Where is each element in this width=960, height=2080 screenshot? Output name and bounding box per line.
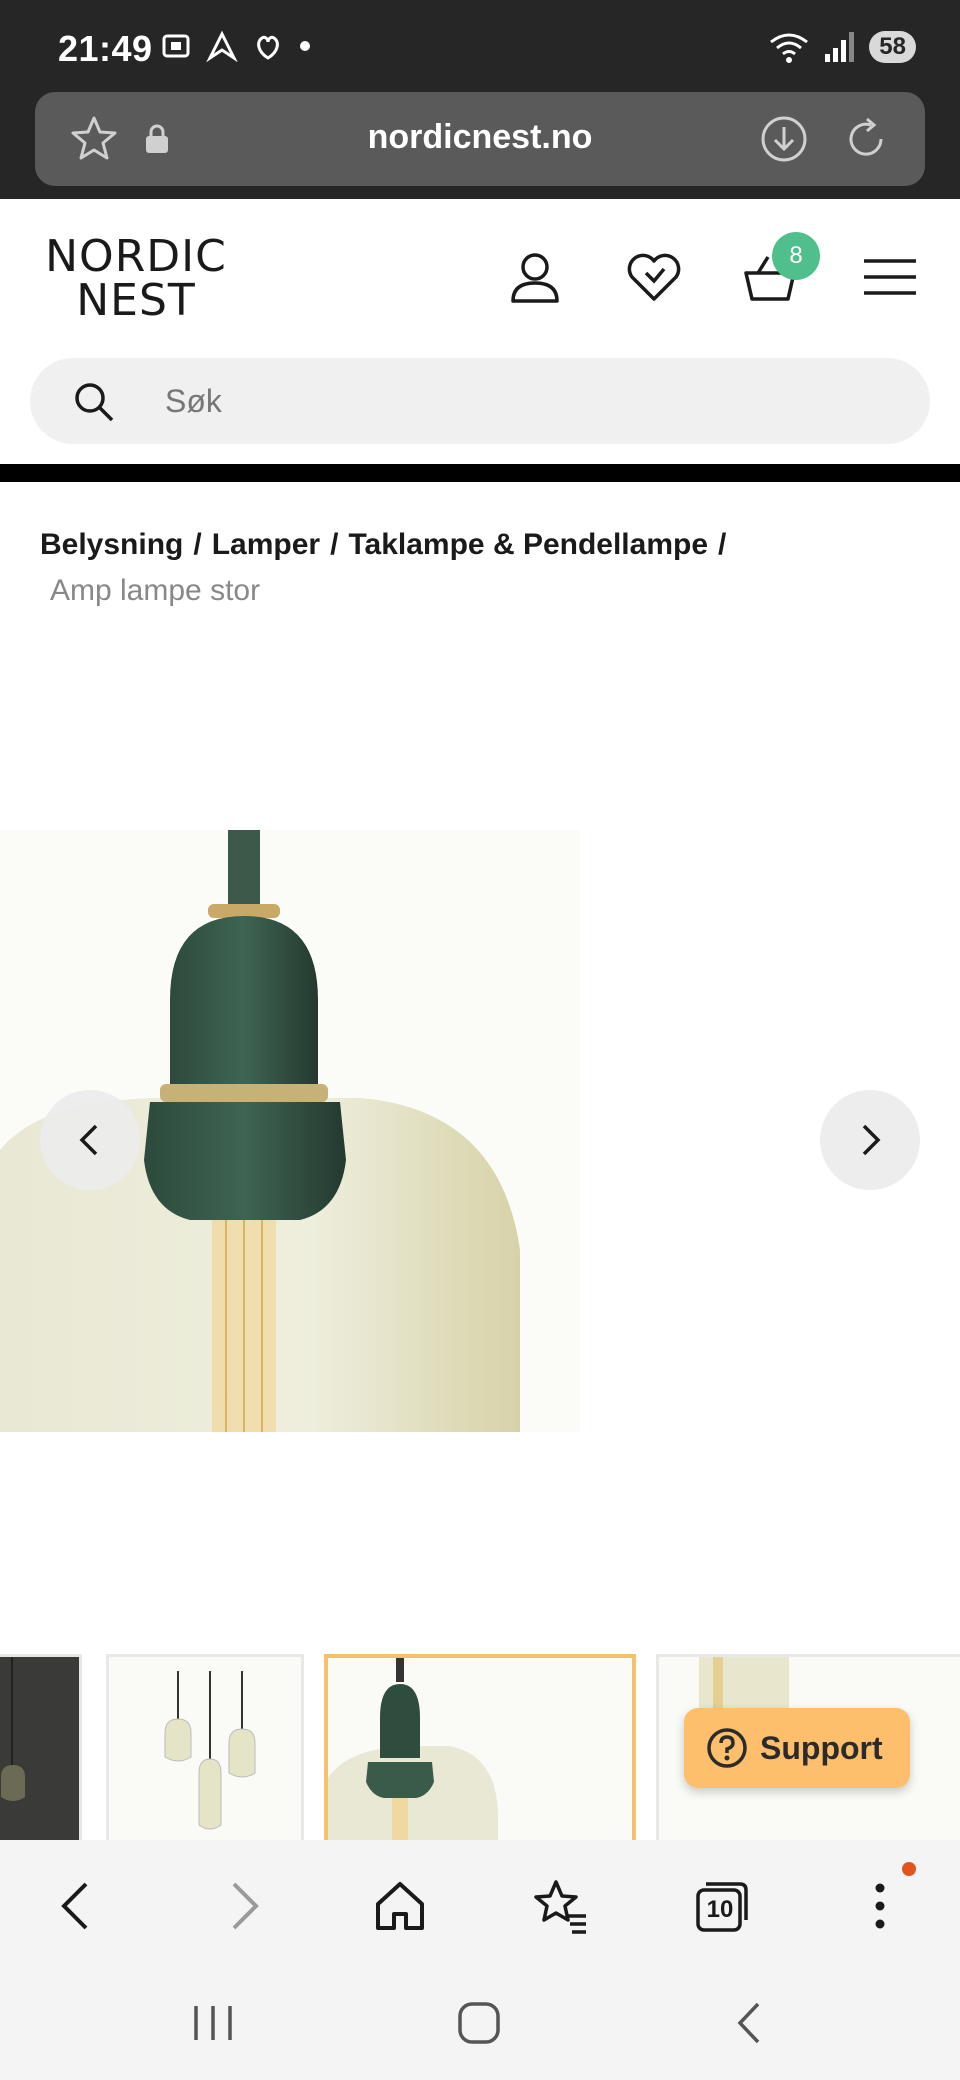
breadcrumb-separator: / <box>330 528 339 561</box>
breadcrumb-item-taklampe[interactable]: Taklampe & Pendellampe <box>348 528 708 561</box>
thumbnail-3-active[interactable] <box>324 1654 636 1840</box>
dot-icon <box>300 41 310 51</box>
status-time: 21:49 <box>58 28 153 69</box>
site-header: NORDIC NEST <box>0 199 960 359</box>
more-menu-icon[interactable] <box>850 1876 910 1936</box>
support-button[interactable]: Support <box>684 1708 910 1788</box>
wifi-icon <box>770 33 809 63</box>
logo-line2: NEST <box>76 275 196 326</box>
account-icon[interactable] <box>505 247 565 307</box>
back-arrow-icon[interactable] <box>48 1876 108 1936</box>
url-bar[interactable]: nordicnest.no <box>35 92 925 186</box>
thumbnail-2[interactable] <box>106 1654 304 1840</box>
breadcrumb-item-belysning[interactable]: Belysning <box>40 528 183 561</box>
screenshot-icon <box>162 34 190 58</box>
hamburger-menu-icon[interactable] <box>860 247 920 307</box>
nav-icon <box>206 30 238 62</box>
wishlist-heart-icon[interactable] <box>624 247 684 307</box>
signal-icon <box>825 32 855 62</box>
download-icon[interactable] <box>759 114 809 164</box>
system-back-icon[interactable] <box>728 2000 774 2046</box>
logo-line1: NORDIC <box>45 231 227 282</box>
image-prev-button[interactable] <box>40 1090 140 1190</box>
support-label: Support <box>760 1729 883 1766</box>
thumbnail-1[interactable] <box>0 1654 82 1840</box>
reload-icon[interactable] <box>841 114 891 164</box>
browser-bottom-nav: 10 <box>0 1840 960 1970</box>
breadcrumb: Belysning / Lamper / Taklampe & Pendellampe /… <box>40 522 920 614</box>
search-icon <box>75 383 114 422</box>
notification-dot <box>902 1862 916 1876</box>
breadcrumb-current: Amp lampe stor <box>50 574 261 607</box>
recent-apps-icon[interactable] <box>190 2000 236 2046</box>
battery-icon: 58 <box>869 31 916 63</box>
status-icons-right: 58 <box>767 30 916 64</box>
help-question-icon <box>707 1728 747 1768</box>
browser-chrome: nordicnest.no <box>0 92 960 199</box>
chevron-left-icon <box>79 1124 98 1156</box>
breadcrumb-item-lamper[interactable]: Lamper <box>212 528 320 561</box>
image-next-button[interactable] <box>820 1090 920 1190</box>
nordic-nest-logo[interactable]: NORDIC NEST <box>38 235 234 323</box>
status-icons-left <box>160 30 312 62</box>
search-box[interactable] <box>30 358 930 444</box>
app-icon <box>257 35 279 60</box>
home-icon[interactable] <box>370 1876 430 1936</box>
tabs-count: 10 <box>706 1896 734 1923</box>
cart-count-badge: 8 <box>772 232 820 280</box>
forward-arrow-icon[interactable] <box>212 1876 272 1936</box>
header-divider-band <box>0 464 960 482</box>
bookmarks-icon[interactable] <box>530 1876 590 1936</box>
status-bar: 21:49 58 <box>0 0 960 92</box>
breadcrumb-separator: / <box>193 528 202 561</box>
home-button-icon[interactable] <box>456 2000 502 2046</box>
breadcrumb-separator: / <box>718 528 727 561</box>
chevron-right-icon <box>862 1124 881 1156</box>
tabs-button[interactable]: 10 <box>690 1876 750 1936</box>
search-input[interactable] <box>165 376 865 426</box>
system-nav-bar <box>0 1970 960 2080</box>
